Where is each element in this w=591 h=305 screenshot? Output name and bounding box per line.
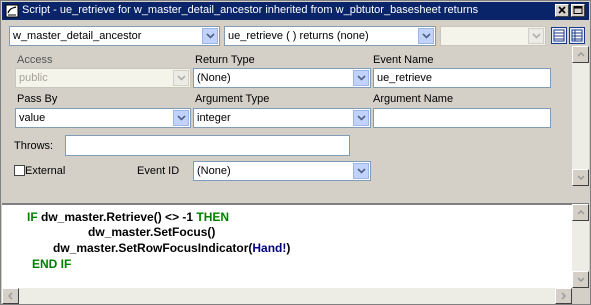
event-id-value: (None) [197, 165, 231, 177]
pass-by-dropdown-button[interactable] [173, 110, 189, 126]
grid-view-button[interactable] [569, 27, 585, 44]
chevron-down-icon [422, 33, 431, 39]
list-view-icon [553, 29, 565, 42]
code-line-3: dw_master.SetRowFocusIndicator(Hand!) [53, 241, 290, 255]
properties-scrollbar[interactable] [572, 46, 589, 186]
event-name-label: Event Name [373, 54, 434, 66]
chevron-down-icon [206, 33, 215, 39]
maximize-icon [573, 6, 583, 14]
return-type-dropdown-button[interactable] [353, 70, 369, 86]
object-dropdown[interactable]: w_master_detail_ancestor [9, 26, 220, 46]
argument-type-label: Argument Type [195, 93, 270, 105]
code-line-1: IF dw_master.Retrieve() <> -1 THEN [27, 210, 229, 224]
arrow-up-icon [577, 52, 585, 57]
pass-by-value: value [19, 112, 46, 124]
argument-name-field[interactable] [373, 108, 551, 128]
chevron-down-icon [532, 33, 541, 39]
event-name-field[interactable]: ue_retrieve [373, 68, 551, 88]
access-label: Access [17, 54, 53, 66]
code-line-4: END IF [32, 257, 71, 271]
window-title: Script - ue_retrieve for w_master_detail… [22, 4, 479, 16]
arrow-right-icon [561, 292, 566, 300]
argument-type-dropdown[interactable]: integer [193, 108, 371, 128]
scroll-up-button[interactable] [572, 46, 589, 63]
code-line-3-call: dw_master.SetRowFocusIndicator( [53, 241, 253, 255]
event-dropdown-value: ue_retrieve ( ) returns (none) [228, 30, 369, 42]
chevron-down-icon [357, 75, 366, 81]
chevron-down-icon [177, 115, 186, 121]
return-type-dropdown[interactable]: (None) [193, 68, 371, 88]
argument-type-dropdown-button[interactable] [353, 110, 369, 126]
return-type-label: Return Type [195, 54, 255, 66]
scroll-down-button[interactable] [572, 169, 589, 186]
editor-horizontal-scrollbar[interactable] [2, 288, 572, 304]
chevron-down-icon [357, 168, 366, 174]
editor-scroll-left-button[interactable] [2, 288, 19, 304]
ancestor-dropdown[interactable] [440, 26, 546, 46]
argument-type-value: integer [197, 112, 231, 124]
editor-scroll-down-button[interactable] [572, 271, 589, 288]
arrow-down-icon [577, 277, 585, 282]
keyword-end-if: END IF [32, 257, 72, 271]
event-id-label: Event ID [137, 165, 180, 177]
access-value: public [19, 72, 48, 84]
title-bar[interactable]: Script - ue_retrieve for w_master_detail… [2, 2, 589, 20]
code-line-2: dw_master.SetFocus() [88, 225, 216, 239]
enum-hand: Hand! [252, 241, 287, 255]
object-dropdown-value: w_master_detail_ancestor [13, 30, 142, 42]
external-checkbox[interactable] [14, 165, 25, 176]
arrow-up-icon [577, 210, 585, 215]
editor-scroll-right-button[interactable] [555, 288, 572, 304]
editor-scroll-up-button[interactable] [572, 204, 589, 221]
return-type-value: (None) [197, 72, 231, 84]
chevron-down-icon [357, 115, 366, 121]
event-dropdown[interactable]: ue_retrieve ( ) returns (none) [224, 26, 436, 46]
script-icon [5, 4, 19, 18]
event-name-value: ue_retrieve [377, 72, 433, 84]
keyword-then: THEN [196, 210, 230, 224]
event-dropdown-button[interactable] [418, 28, 434, 44]
access-dropdown-button[interactable] [173, 70, 189, 86]
arrow-left-icon [8, 292, 13, 300]
pass-by-dropdown[interactable]: value [15, 108, 191, 128]
editor-vertical-scrollbar[interactable] [572, 204, 589, 288]
list-view-button[interactable] [551, 27, 567, 44]
external-label: External [25, 165, 66, 177]
code-line-1-expr: dw_master.Retrieve() <> -1 [37, 210, 197, 224]
ancestor-dropdown-button[interactable] [528, 28, 544, 44]
maximize-button[interactable] [571, 4, 585, 17]
grid-view-icon [571, 29, 583, 42]
close-icon [558, 6, 566, 14]
script-window: Script - ue_retrieve for w_master_detail… [0, 0, 591, 305]
close-button[interactable] [555, 4, 569, 17]
chevron-down-icon [177, 75, 186, 81]
access-dropdown[interactable]: public [15, 68, 191, 88]
code-line-3-close: ) [286, 241, 291, 255]
event-id-dropdown-button[interactable] [353, 163, 369, 179]
arrow-down-icon [577, 175, 585, 180]
argument-name-label: Argument Name [373, 93, 454, 105]
object-dropdown-button[interactable] [202, 28, 218, 44]
throws-field[interactable] [65, 135, 350, 156]
event-id-dropdown[interactable]: (None) [193, 161, 371, 181]
keyword-if: IF [27, 210, 38, 224]
script-editor[interactable]: IF dw_master.Retrieve() <> -1 THEN dw_ma… [2, 204, 572, 289]
properties-panel: Access Return Type Event Name public (No… [2, 46, 589, 199]
throws-label: Throws: [14, 140, 54, 152]
size-grip[interactable] [572, 288, 589, 304]
pass-by-label: Pass By [17, 93, 58, 105]
